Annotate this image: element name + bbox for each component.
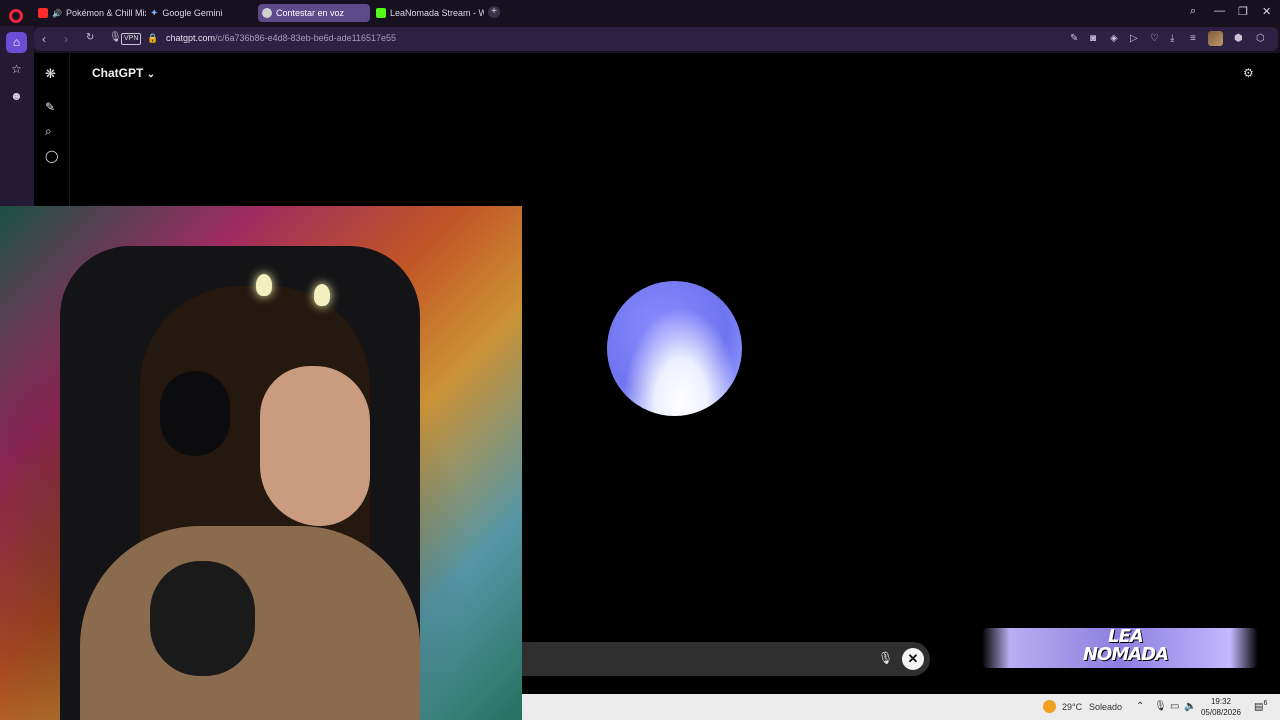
youtube-icon (38, 8, 48, 18)
address-bar[interactable]: ‹ › ↻ 🎙 VPN 🔒 chatgpt.com/c/6a736b86-e4d… (34, 27, 1278, 51)
tab-label: LeaNomada Stream - Wat (390, 8, 484, 18)
temperature[interactable]: 29°C (1062, 702, 1082, 712)
url-path: /c/6a736b86-e4d8-83eb-be6d-ade116517e55 (215, 33, 397, 43)
model-name: ChatGPT (92, 66, 144, 80)
play-icon[interactable]: ▷ (1130, 33, 1138, 44)
windows-taskbar: 29°C Soleado ⌃ 🎙 ▭ 🔈 19:32 05/08/2026 ▤6 (522, 694, 1280, 720)
tab-label: Google Gemini (162, 8, 223, 18)
star-icon[interactable]: ☆ (6, 59, 27, 80)
voice-orb (607, 281, 742, 416)
microphone (150, 561, 255, 676)
heart-icon[interactable]: ♡ (1150, 33, 1159, 44)
voice-input-bar[interactable]: 🎙 ✕ (522, 642, 930, 676)
tab-gemini[interactable]: ✦ Google Gemini (146, 4, 256, 22)
tab-strip: 🔊 Pokémon & Chill Mix | ✦ Google Gemini … (0, 0, 1280, 26)
menu-icon[interactable]: ≡ (1190, 33, 1196, 44)
date: 05/08/2026 (1200, 708, 1242, 717)
url-host: chatgpt.com (166, 33, 216, 43)
microphone-icon[interactable]: 🎙 (109, 32, 122, 43)
opera-sidebar: ⌂ ☆ ☻ (0, 26, 34, 206)
cube-icon[interactable]: ⬡ (1256, 33, 1265, 44)
end-voice-button[interactable]: ✕ (902, 648, 924, 670)
tab-label: Contestar en voz (276, 8, 345, 18)
chatgpt-sidebar: ❋ ✎ ⌕ ◯ (34, 53, 70, 206)
home-icon[interactable]: ⌂ (6, 32, 27, 53)
alien-icon[interactable]: ☻ (6, 86, 27, 107)
cat-ear-light (314, 284, 330, 306)
speaker-icon: 🔊 (52, 8, 62, 18)
microphone-icon[interactable]: 🎙 (1154, 701, 1167, 712)
new-tab-button[interactable]: + (488, 6, 500, 18)
profile-avatar[interactable] (1208, 31, 1223, 46)
webcam-overlay (0, 206, 522, 720)
notification-icon[interactable]: ▤6 (1254, 700, 1267, 712)
lea-nomada-logo: LEA NOMADA (1082, 626, 1169, 665)
person-face (260, 366, 370, 526)
network-icon[interactable]: ▭ (1170, 701, 1179, 712)
close-window-button[interactable]: ✕ (1262, 5, 1271, 18)
weather-text[interactable]: Soleado (1089, 702, 1122, 712)
gemini-icon: ✦ (150, 7, 159, 19)
openai-logo-icon[interactable]: ❋ (45, 66, 56, 82)
notification-count: 6 (1263, 700, 1268, 707)
minimize-button[interactable]: — (1214, 5, 1225, 17)
tab-pokemon[interactable]: 🔊 Pokémon & Chill Mix | (34, 4, 146, 22)
tab-label: Pokémon & Chill Mix | (65, 8, 146, 18)
opera-logo-icon[interactable] (9, 9, 23, 23)
close-icon: ✕ (907, 651, 919, 666)
vpn-badge[interactable]: VPN (121, 33, 142, 45)
weather-sun-icon[interactable] (1043, 700, 1056, 713)
chat-bubble-icon[interactable]: ◯ (45, 149, 58, 163)
extensions-icon[interactable]: ⬢ (1234, 33, 1243, 44)
time: 19:32 (1210, 697, 1232, 706)
camera-icon[interactable]: ◙ (1090, 33, 1096, 44)
model-selector[interactable]: ChatGPT ⌄ (92, 66, 155, 80)
plus-icon: + (491, 6, 497, 17)
download-icon[interactable]: ⤓ (1170, 33, 1174, 44)
back-icon[interactable]: ‹ (42, 32, 46, 46)
restore-button[interactable]: ❐ (1238, 5, 1248, 18)
lock-icon[interactable]: 🔒 (147, 33, 158, 44)
chevron-up-icon[interactable]: ⌃ (1136, 701, 1144, 712)
new-chat-icon[interactable]: ✎ (45, 100, 55, 114)
shield-icon[interactable]: ◈ (1110, 33, 1118, 44)
url-text[interactable]: chatgpt.com/c/6a736b86-e4d8-83eb-be6d-ad… (166, 33, 396, 43)
edit-icon[interactable]: ✎ (1070, 33, 1078, 44)
chevron-down-icon: ⌄ (146, 69, 156, 80)
search-icon[interactable]: ⌕ (1190, 5, 1196, 18)
address-row: ‹ › ↻ 🎙 VPN 🔒 chatgpt.com/c/6a736b86-e4d… (0, 26, 1280, 53)
clock[interactable]: 19:32 05/08/2026 (1198, 696, 1244, 718)
tab-contestar-en-voz[interactable]: Contestar en voz (258, 4, 370, 22)
kick-icon (376, 8, 386, 18)
chatgpt-icon (262, 8, 272, 18)
volume-icon[interactable]: 🔈 (1184, 701, 1196, 712)
cat-ear-light (256, 274, 272, 296)
forward-icon[interactable]: › (64, 32, 68, 46)
tab-kick-stream[interactable]: LeaNomada Stream - Wat (372, 4, 484, 22)
reload-icon[interactable]: ↻ (86, 32, 94, 43)
headphone (160, 371, 230, 456)
microphone-icon[interactable]: 🎙 (878, 651, 893, 665)
search-icon[interactable]: ⌕ (45, 124, 52, 139)
voice-settings-icon[interactable]: ⚙ (1243, 66, 1254, 80)
